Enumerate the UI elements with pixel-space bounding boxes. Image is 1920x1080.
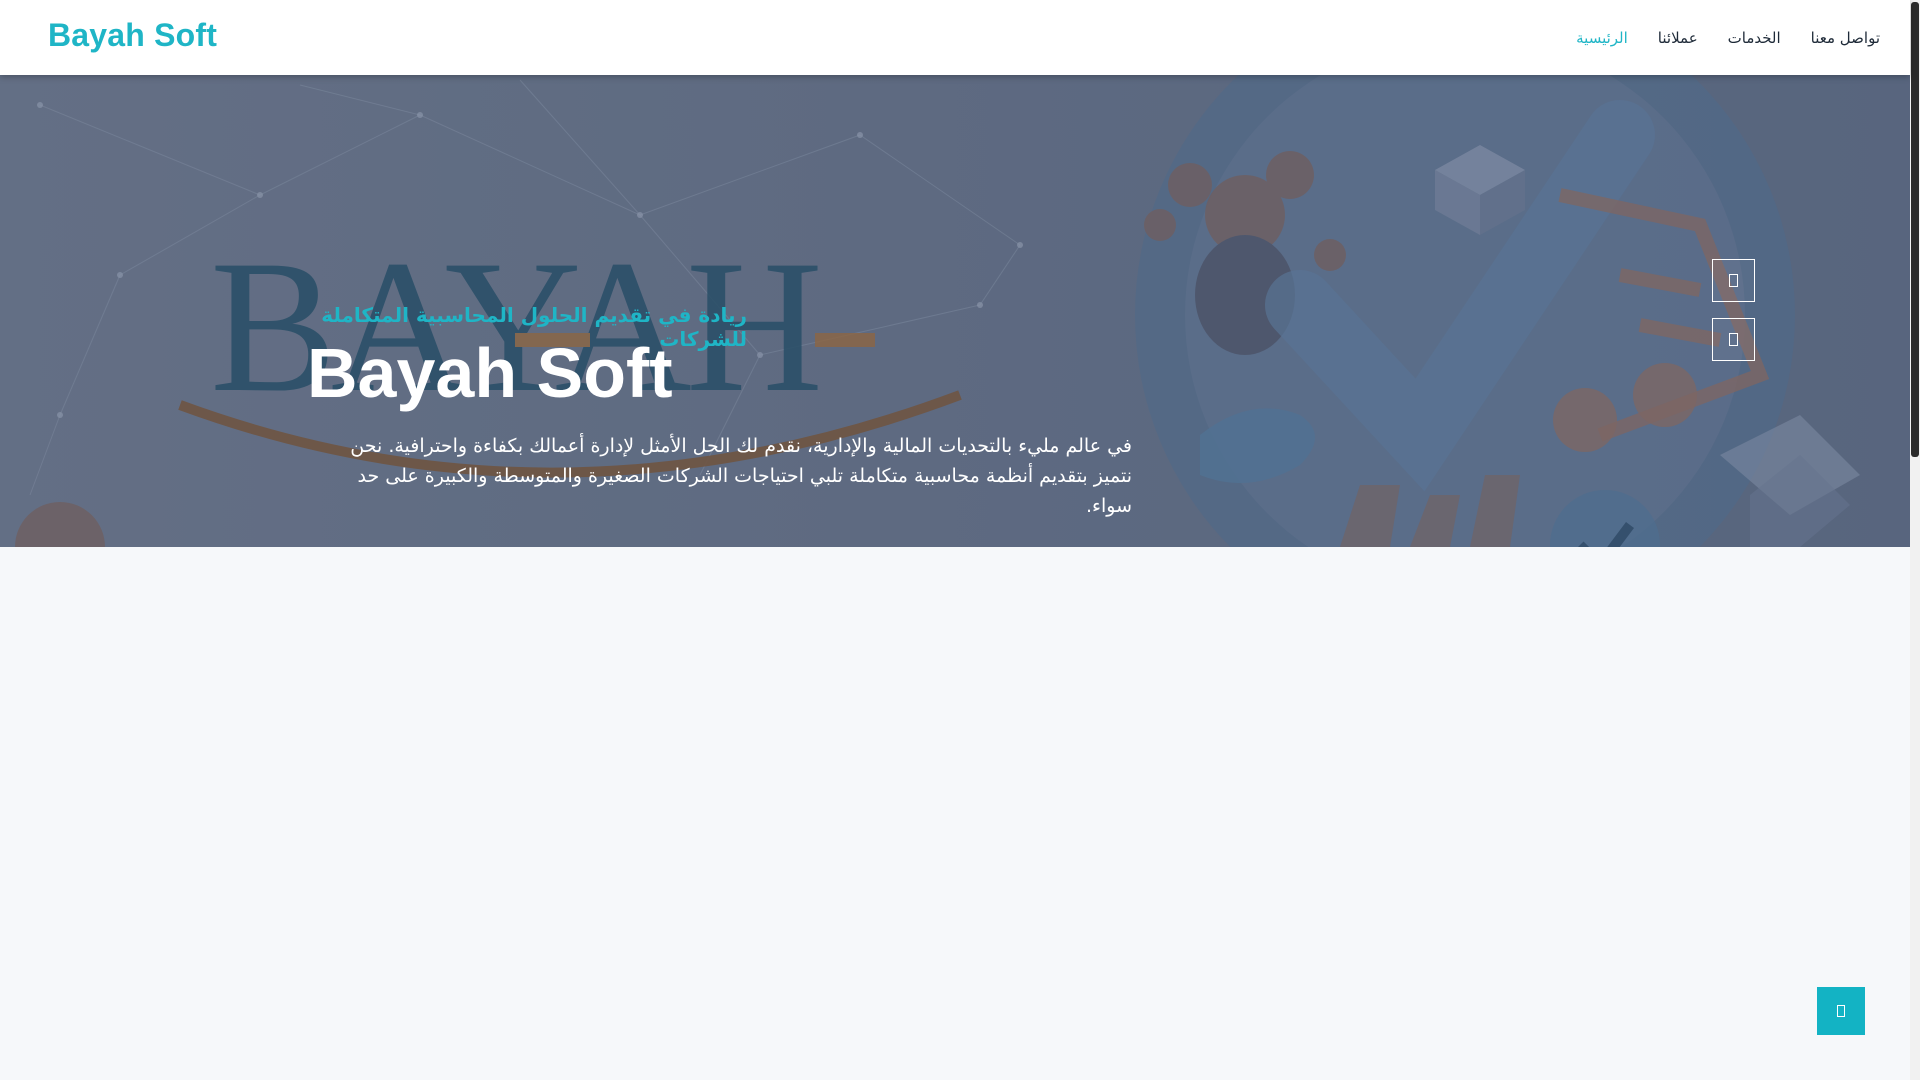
slider-next-button[interactable] — [1712, 318, 1755, 361]
main-nav: الرئيسية عملائنا الخدمات تواصل معنا — [1576, 0, 1880, 75]
hero-description: في عالم مليء بالتحديات المالية والإدارية… — [350, 435, 1132, 517]
slider-prev-button[interactable] — [1712, 259, 1755, 302]
square-glyph-icon — [1729, 333, 1738, 346]
nav-item-clients[interactable]: عملائنا — [1658, 29, 1698, 47]
site-header: Bayah Soft الرئيسية عملائنا الخدمات تواص… — [0, 0, 1910, 75]
square-glyph-icon — [1729, 274, 1738, 287]
back-to-top-button[interactable] — [1817, 987, 1865, 1035]
page-scrollbar[interactable] — [1910, 0, 1920, 1080]
nav-item-contact[interactable]: تواصل معنا — [1811, 29, 1880, 47]
scrollbar-thumb[interactable] — [1911, 2, 1919, 457]
brand-logo-link[interactable]: Bayah Soft — [48, 17, 217, 54]
nav-item-services[interactable]: الخدمات — [1728, 29, 1781, 47]
arrow-up-icon — [1837, 1005, 1845, 1017]
hero-section: BAYAH ريادة في تقديم الحلول المحاسبية ال… — [0, 75, 1910, 547]
hero-title: Bayah Soft — [307, 334, 673, 412]
nav-item-home[interactable]: الرئيسية — [1576, 29, 1628, 47]
